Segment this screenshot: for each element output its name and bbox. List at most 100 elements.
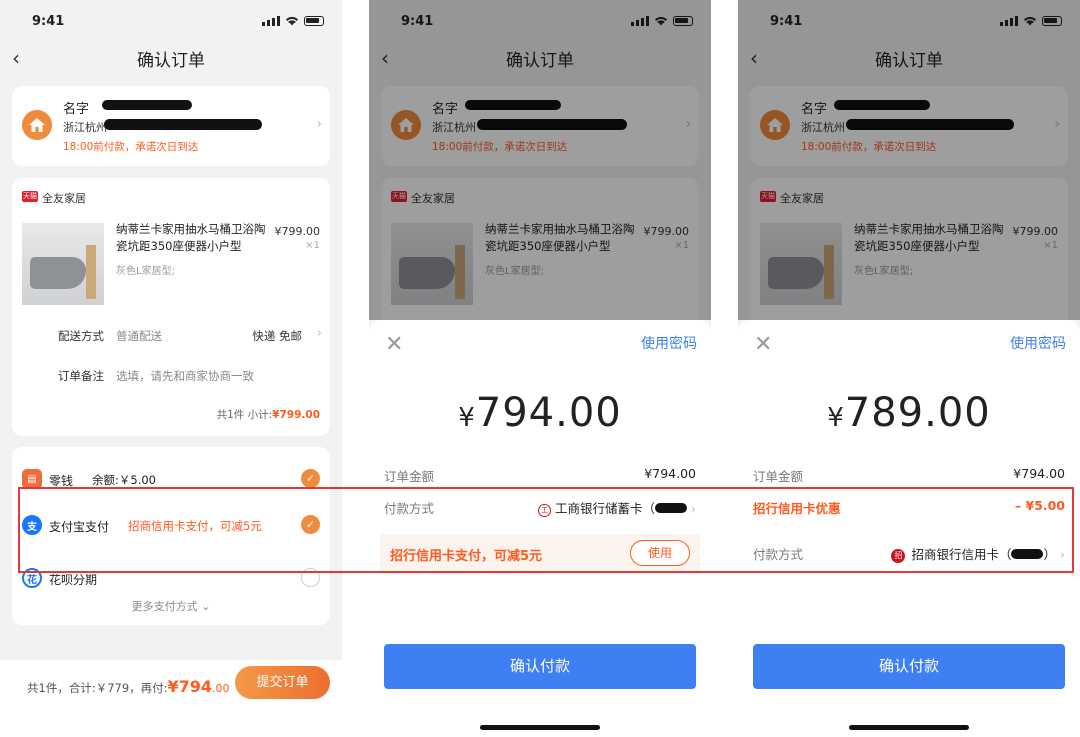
delivery-label: 配送方式	[58, 329, 104, 343]
use-password-link[interactable]: 使用密码	[1010, 333, 1066, 353]
remark-label: 订单备注	[58, 369, 104, 383]
more-payment-label: 更多支付方式	[131, 600, 198, 613]
dim-overlay[interactable]	[738, 0, 1080, 320]
payment-option-change[interactable]: ▤ 零钱 余额:￥5.00 ✓	[22, 469, 320, 493]
confirm-payment-button[interactable]: 确认付款	[384, 644, 696, 689]
discount-value: – ¥5.00	[1014, 498, 1065, 513]
huabei-icon: 花	[22, 568, 42, 588]
chevron-down-icon: ⌄	[201, 600, 211, 613]
bank-suffix: ）	[1043, 547, 1056, 562]
subtotal: 共1件 小计:¥799.00	[217, 407, 320, 422]
order-summary: 共1件，合计:￥779，再付:¥794.00	[27, 677, 230, 696]
pay-method-row[interactable]: 付款方式 工工商银行储蓄卡（ ›	[384, 498, 696, 518]
remark-input[interactable]: 选填，请先和商家协商一致	[116, 368, 254, 384]
bank-name: 招商银行信用卡（	[911, 547, 1012, 562]
dim-overlay[interactable]	[369, 0, 711, 320]
alipay-label: 支付宝支付	[49, 520, 110, 534]
use-promo-button[interactable]: 使用	[630, 540, 690, 566]
payment-sheet: ✕ 使用密码 ¥789.00 订单金额 ¥794.00 招行信用卡优惠 – ¥5…	[738, 320, 1080, 737]
order-amount-value: ¥794.00	[1013, 466, 1065, 481]
change-label: 零钱	[49, 474, 74, 488]
delivery-option[interactable]: 快递 免邮	[252, 328, 302, 344]
discount-row: 招行信用卡优惠 – ¥5.00	[753, 498, 1065, 518]
product-price: ¥799.00	[274, 225, 321, 238]
battery-icon	[304, 16, 324, 26]
chevron-right-icon: ›	[316, 326, 322, 341]
more-payment-link[interactable]: 更多支付方式 ⌄	[12, 598, 330, 614]
pay-method-row[interactable]: 付款方式 招招商银行信用卡（ ） ›	[753, 544, 1065, 564]
alipay-promo: 招商信用卡支付，可减5元	[128, 519, 262, 533]
pay-method-label: 付款方式	[753, 547, 804, 562]
redaction-mark	[655, 503, 687, 513]
discount-label: 招行信用卡优惠	[753, 501, 841, 516]
status-time: 9:41	[32, 14, 65, 29]
page-title: 确认订单	[137, 51, 205, 71]
payment-option-alipay[interactable]: 支 支付宝支付 招商信用卡支付，可减5元 ✓	[22, 515, 320, 539]
shop-card: 天猫 全友家居 纳蒂兰卡家用抽水马桶卫浴陶瓷坑距350座便器小户型 灰色L家居型…	[12, 178, 330, 436]
icbc-icon: 工	[537, 504, 551, 517]
delivery-value: 普通配送	[116, 329, 162, 343]
order-amount-label: 订单金额	[384, 469, 435, 484]
cmb-bank-icon: 招	[891, 549, 906, 563]
signal-icon	[262, 16, 280, 26]
pay-method-value[interactable]: 招招商银行信用卡（ ） ›	[891, 544, 1065, 563]
confirm-payment-button[interactable]: 确认付款	[753, 644, 1065, 689]
alipay-icon: 支	[22, 515, 42, 535]
payment-sheet-screen-before: 9:41 ‹ 确认订单 名字 浙江杭州 18:00前付款，承诺次日到达 › 天猫…	[369, 0, 711, 737]
home-indicator	[849, 725, 969, 730]
payment-card: ▤ 零钱 余额:￥5.00 ✓ 支 支付宝支付 招商信用卡支付，可减5元 ✓ 花…	[12, 447, 330, 625]
order-amount-row: 订单金额 ¥794.00	[384, 466, 696, 486]
pay-amount: ¥794	[167, 677, 213, 696]
bottom-bar: 共1件，合计:￥779，再付:¥794.00 提交订单	[0, 660, 342, 737]
currency-symbol: ¥	[458, 403, 476, 433]
close-icon[interactable]: ✕	[754, 332, 772, 357]
status-bar: 9:41	[0, 14, 342, 34]
promo-text: 招行信用卡支付，可减5元	[390, 549, 543, 564]
chevron-right-icon: ›	[691, 501, 696, 516]
chevron-right-icon: ›	[316, 116, 322, 132]
payment-sheet-screen-after: 9:41 ‹ 确认订单 名字 浙江杭州 18:00前付款，承诺次日到达 › 天猫…	[738, 0, 1080, 737]
wallet-icon: ▤	[22, 469, 42, 489]
change-balance: 余额:￥5.00	[92, 473, 156, 487]
currency-symbol: ¥	[827, 403, 845, 433]
home-icon	[22, 110, 52, 140]
product-qty: ×1	[305, 240, 320, 251]
wifi-icon	[286, 17, 298, 26]
status-icons	[262, 16, 324, 26]
subtotal-prefix: 共1件 小计:	[216, 409, 273, 421]
radio-icon[interactable]	[301, 568, 320, 587]
pay-method-value[interactable]: 工工商银行储蓄卡（ ›	[537, 498, 696, 517]
submit-order-button[interactable]: 提交订单	[235, 666, 330, 699]
check-icon[interactable]: ✓	[301, 469, 320, 488]
product-title: 纳蒂兰卡家用抽水马桶卫浴陶瓷坑距350座便器小户型	[116, 222, 266, 253]
redaction-mark	[104, 119, 262, 130]
payment-sheet: ✕ 使用密码 ¥794.00 订单金额 ¥794.00 付款方式 工工商银行储蓄…	[369, 320, 711, 737]
close-icon[interactable]: ✕	[385, 332, 403, 357]
chevron-right-icon: ›	[1060, 547, 1065, 562]
delivery-note: 18:00前付款，承诺次日到达	[63, 141, 199, 153]
redaction-mark	[102, 100, 192, 110]
address-card[interactable]: 名字 浙江杭州 18:00前付款，承诺次日到达 ›	[12, 86, 330, 166]
check-icon[interactable]: ✓	[301, 515, 320, 534]
bank-name: 工商银行储蓄卡（	[554, 501, 655, 516]
recipient-name-label: 名字	[63, 102, 90, 117]
payment-amount: ¥794.00	[369, 390, 711, 436]
pay-cents: .00	[212, 682, 230, 695]
order-amount-label: 订单金额	[753, 469, 804, 484]
summary-prefix: 共1件，合计:￥779，再付:	[27, 681, 168, 695]
shop-name: 全友家居	[42, 192, 86, 205]
address-line: 浙江杭州	[63, 121, 107, 134]
amount-value: 789.00	[844, 390, 991, 436]
order-amount-row: 订单金额 ¥794.00	[753, 466, 1065, 486]
promo-banner: 招行信用卡支付，可减5元 使用	[380, 534, 700, 574]
home-indicator	[480, 725, 600, 730]
redaction-mark	[1011, 549, 1044, 559]
huabei-label: 花呗分期	[49, 573, 98, 587]
subtotal-value: ¥799.00	[272, 409, 320, 421]
payment-amount: ¥789.00	[738, 390, 1080, 436]
nav-bar: ‹ 确认订单	[0, 44, 342, 71]
use-password-link[interactable]: 使用密码	[641, 333, 697, 353]
product-spec: 灰色L家居型;	[116, 266, 175, 277]
product-image[interactable]	[22, 223, 104, 305]
payment-option-huabei[interactable]: 花 花呗分期	[22, 568, 320, 592]
